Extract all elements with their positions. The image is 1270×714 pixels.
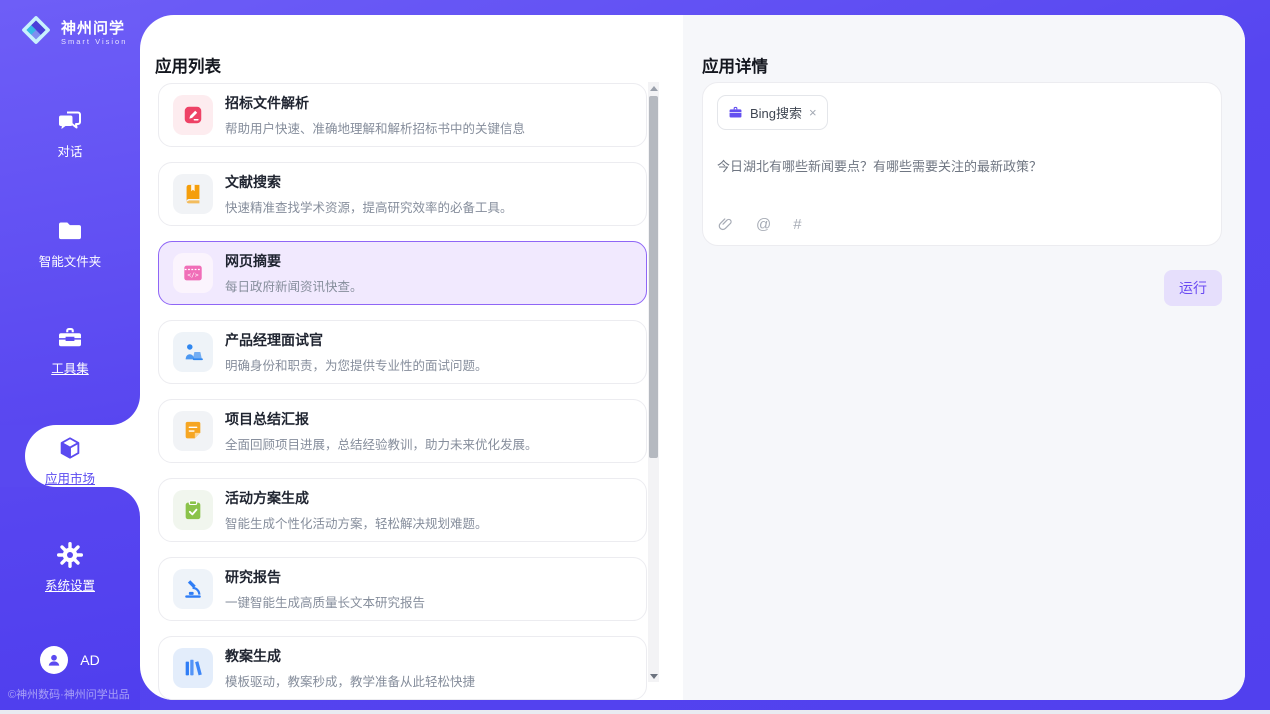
brand-logo-icon <box>18 12 54 53</box>
app-detail-panel: 应用详情 Bing搜索 × 今日湖北有哪些新闻要点？有哪些需要关注的最新政策？ … <box>683 15 1245 700</box>
browser-code-icon: </> <box>173 253 213 293</box>
brand-name: 神州问学 <box>61 20 127 37</box>
sidebar-item-label: 工具集 <box>51 358 89 377</box>
books-icon <box>173 648 213 688</box>
sidebar-item-toolset[interactable]: 工具集 <box>0 323 140 378</box>
close-icon[interactable]: × <box>809 106 817 119</box>
user-name: AD <box>80 652 99 668</box>
microscope-icon <box>173 569 213 609</box>
app-list-title: 应用列表 <box>155 53 221 77</box>
app-card-description: 模板驱动，教案秒成，教学准备从此轻松快捷 <box>225 671 475 690</box>
app-card-title: 招标文件解析 <box>225 93 525 113</box>
prompt-input-card[interactable]: Bing搜索 × 今日湖北有哪些新闻要点？有哪些需要关注的最新政策？ @# <box>702 82 1222 246</box>
note-icon <box>173 411 213 451</box>
edit-doc-icon <box>173 95 213 135</box>
interviewer-icon <box>173 332 213 372</box>
app-card[interactable]: 研究报告一键智能生成高质量长文本研究报告 <box>158 557 647 621</box>
chat-icon <box>0 106 140 136</box>
app-card[interactable]: 教案生成模板驱动，教案秒成，教学准备从此轻松快捷 <box>158 636 647 700</box>
toolbox-icon <box>0 323 140 353</box>
sidebar-item-label: 智能文件夹 <box>39 251 102 270</box>
gear-icon <box>0 540 140 570</box>
at-icon[interactable]: @ <box>756 216 771 233</box>
app-card-description: 每日政府新闻资讯快查。 <box>225 276 363 295</box>
app-card-description: 一键智能生成高质量长文本研究报告 <box>225 592 425 611</box>
app-card[interactable]: 活动方案生成智能生成个性化活动方案，轻松解决规划难题。 <box>158 478 647 542</box>
svg-text:</>: </> <box>187 272 198 279</box>
brand-subtitle: Smart Vision <box>61 37 127 46</box>
user-row[interactable]: AD <box>0 646 140 674</box>
app-card-title: 研究报告 <box>225 567 425 587</box>
app-card-description: 快速精准查找学术资源，提高研究效率的必备工具。 <box>225 197 513 216</box>
app-card-description: 帮助用户快速、准确地理解和解析招标书中的关键信息 <box>225 118 525 137</box>
sidebar-item-system-settings[interactable]: 系统设置 <box>0 540 140 595</box>
sidebar-item-app-market[interactable]: 应用市场 <box>0 433 140 488</box>
sidebar: 神州问学 Smart Vision 对话智能文件夹工具集应用市场系统设置 AD … <box>0 0 140 710</box>
main-panel: 应用列表 招标文件解析帮助用户快速、准确地理解和解析招标书中的关键信息文献搜索快… <box>140 15 1245 700</box>
folder-icon <box>0 216 140 246</box>
app-card-description: 明确身份和职责，为您提供专业性的面试问题。 <box>225 355 488 374</box>
app-card[interactable]: 产品经理面试官明确身份和职责，为您提供专业性的面试问题。 <box>158 320 647 384</box>
app-card-title: 文献搜索 <box>225 172 513 192</box>
app-card-title: 教案生成 <box>225 646 475 666</box>
cube-icon <box>0 433 140 463</box>
app-list-scrollbar[interactable] <box>648 82 659 682</box>
scroll-up-icon[interactable] <box>648 82 659 94</box>
app-card[interactable]: 文献搜索快速精准查找学术资源，提高研究效率的必备工具。 <box>158 162 647 226</box>
app-card-title: 活动方案生成 <box>225 488 488 508</box>
scrollbar-thumb[interactable] <box>649 96 658 458</box>
app-card-description: 智能生成个性化活动方案，轻松解决规划难题。 <box>225 513 488 532</box>
paperclip-icon[interactable] <box>717 216 734 233</box>
input-toolbar: @# <box>717 216 802 233</box>
hash-icon[interactable]: # <box>793 216 801 233</box>
tool-tag-label: Bing搜索 <box>750 103 802 122</box>
app-card[interactable]: </> 网页摘要每日政府新闻资讯快查。 <box>158 241 647 305</box>
app-card[interactable]: 招标文件解析帮助用户快速、准确地理解和解析招标书中的关键信息 <box>158 83 647 147</box>
sidebar-item-chat[interactable]: 对话 <box>0 106 140 161</box>
sidebar-item-smart-folders[interactable]: 智能文件夹 <box>0 216 140 271</box>
app-card-title: 产品经理面试官 <box>225 330 488 350</box>
sidebar-item-label: 应用市场 <box>45 468 95 487</box>
sidebar-item-label: 系统设置 <box>45 575 95 594</box>
app-list: 招标文件解析帮助用户快速、准确地理解和解析招标书中的关键信息文献搜索快速精准查找… <box>158 83 647 700</box>
app-card-title: 网页摘要 <box>225 251 363 271</box>
scroll-down-icon[interactable] <box>648 670 659 682</box>
clipboard-check-icon <box>173 490 213 530</box>
app-card[interactable]: 项目总结汇报全面回顾项目进展，总结经验教训，助力未来优化发展。 <box>158 399 647 463</box>
avatar <box>40 646 68 674</box>
tool-tag-bing[interactable]: Bing搜索 × <box>717 95 828 130</box>
sidebar-footer: ©神州数码·神州问学出品 <box>8 686 130 702</box>
brand-logo: 神州问学 Smart Vision <box>18 12 127 53</box>
app-root: 应用列表 招标文件解析帮助用户快速、准确地理解和解析招标书中的关键信息文献搜索快… <box>0 0 1270 714</box>
app-detail-title: 应用详情 <box>702 53 768 77</box>
app-card-title: 项目总结汇报 <box>225 409 538 429</box>
briefcase-icon <box>728 105 743 120</box>
question-input[interactable]: 今日湖北有哪些新闻要点？有哪些需要关注的最新政策？ <box>717 156 1207 175</box>
run-button[interactable]: 运行 <box>1164 270 1222 306</box>
app-card-description: 全面回顾项目进展，总结经验教训，助力未来优化发展。 <box>225 434 538 453</box>
book-icon <box>173 174 213 214</box>
sidebar-item-label: 对话 <box>57 141 82 160</box>
